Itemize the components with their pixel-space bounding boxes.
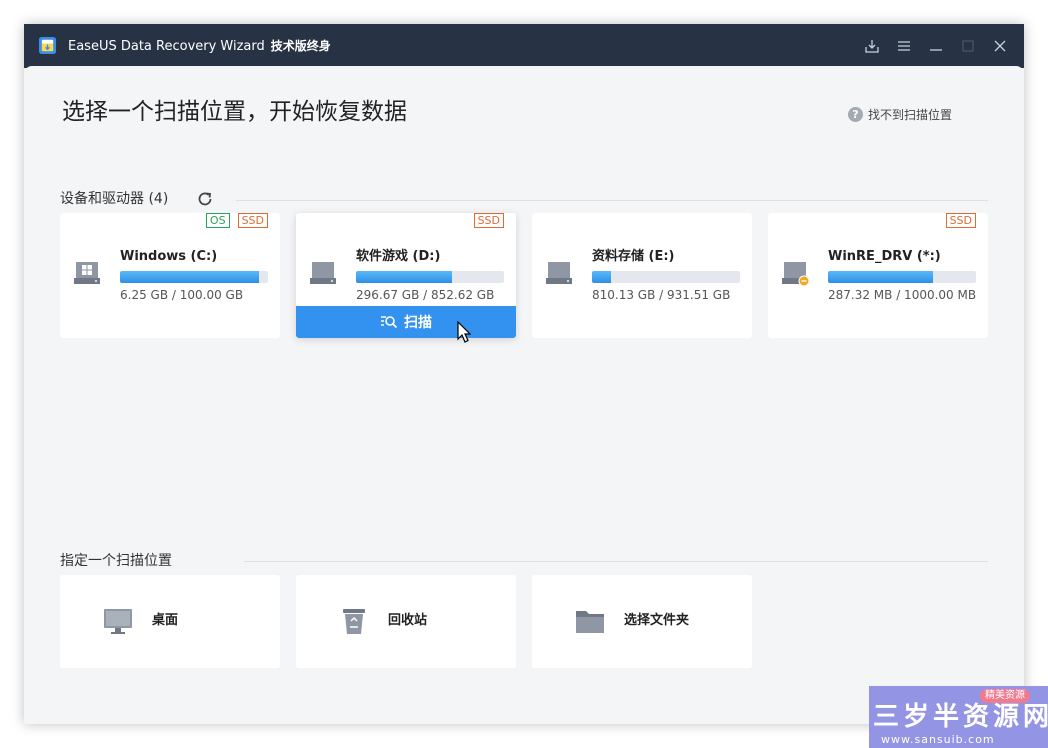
usage-bar [828, 271, 976, 283]
main-content: 选择一个扫描位置，开始恢复数据 ? 找不到扫描位置 设备和驱动器 (4) OS … [24, 66, 1024, 724]
drive-card-d[interactable]: SSD 软件游戏 (D:) 296.67 GB / 852.62 GB 扫描 [296, 213, 516, 338]
drive-tags: SSD [473, 213, 504, 228]
scan-button-label: 扫描 [404, 315, 432, 331]
usage-bar [356, 271, 504, 283]
location-label: 回收站 [388, 613, 428, 628]
devices-section-title: 设备和驱动器 (4) [60, 191, 169, 207]
devices-divider [236, 200, 988, 201]
app-edition: 技术版终身 [270, 39, 331, 53]
refresh-icon[interactable] [196, 190, 214, 208]
recycle-bin-icon [343, 609, 365, 634]
ssd-tag: SSD [237, 213, 268, 228]
usage-bar-fill [356, 271, 453, 283]
drive-card-c[interactable]: OS SSD Windows (C:) 6.25 GB / 100.00 GB [60, 213, 280, 338]
windows-drive-icon [74, 262, 100, 284]
ssd-tag: SSD [945, 213, 976, 228]
watermark-badge: 精美资源 [980, 689, 1030, 703]
usage-bar-fill [120, 271, 260, 283]
location-desktop[interactable]: 桌面 [60, 575, 280, 668]
ssd-tag: SSD [473, 213, 504, 228]
app-logo-icon [38, 36, 57, 55]
watermark: 精美资源 三岁半资源网 www.sansuib.com [869, 686, 1048, 748]
drive-name: 资料存储 (E:) [592, 249, 675, 264]
help-link-label: 找不到扫描位置 [868, 108, 953, 122]
warning-drive-icon [782, 262, 810, 287]
hard-drive-icon [546, 262, 572, 284]
maximize-icon[interactable] [960, 38, 976, 54]
help-link[interactable]: ? 找不到扫描位置 [848, 106, 952, 123]
location-label: 桌面 [152, 613, 179, 628]
app-window: EaseUS Data Recovery Wizard 技术版终身 选择一个扫描位… [24, 24, 1024, 724]
scan-icon [381, 316, 398, 329]
locations-section-title: 指定一个扫描位置 [60, 553, 172, 569]
usage-bar-fill [828, 271, 934, 283]
drive-card-winre[interactable]: SSD WinRE_DRV (*:) 287.32 MB / 1000.00 M… [768, 213, 988, 338]
drive-size: 287.32 MB / 1000.00 MB [828, 288, 977, 302]
drive-name: Windows (C:) [120, 249, 218, 264]
hard-drive-icon [310, 262, 336, 284]
page-title: 选择一个扫描位置，开始恢复数据 [62, 99, 407, 125]
app-name: EaseUS Data Recovery Wizard [68, 39, 265, 54]
app-title: EaseUS Data Recovery Wizard 技术版终身 [68, 38, 331, 55]
minimize-icon[interactable] [928, 38, 944, 54]
mouse-cursor-icon [457, 321, 471, 343]
locations-divider [244, 561, 988, 562]
title-bar: EaseUS Data Recovery Wizard 技术版终身 [24, 24, 1024, 68]
desktop-icon [104, 609, 132, 634]
usage-bar [592, 271, 740, 283]
watermark-url: www.sansuib.com [881, 733, 995, 746]
drive-size: 810.13 GB / 931.51 GB [592, 288, 731, 302]
usage-bar [120, 271, 268, 283]
drive-tags: SSD [945, 213, 976, 228]
usage-bar-fill [592, 271, 612, 283]
close-icon[interactable] [992, 38, 1008, 54]
drive-card-e[interactable]: 资料存储 (E:) 810.13 GB / 931.51 GB [532, 213, 752, 338]
scan-button[interactable]: 扫描 [296, 306, 516, 338]
drive-name: WinRE_DRV (*:) [828, 249, 941, 264]
location-label: 选择文件夹 [624, 613, 690, 628]
menu-icon[interactable] [896, 38, 912, 54]
drive-name: 软件游戏 (D:) [356, 249, 441, 264]
watermark-text: 三岁半资源网 [873, 702, 1048, 732]
question-icon: ? [848, 107, 863, 122]
location-folder[interactable]: 选择文件夹 [532, 575, 752, 668]
location-recycle-bin[interactable]: 回收站 [296, 575, 516, 668]
folder-icon [576, 611, 604, 633]
drive-size: 6.25 GB / 100.00 GB [120, 288, 244, 302]
os-tag: OS [205, 213, 230, 228]
drive-tags: OS SSD [205, 213, 268, 228]
drive-size: 296.67 GB / 852.62 GB [356, 288, 495, 302]
download-icon[interactable] [864, 38, 880, 54]
